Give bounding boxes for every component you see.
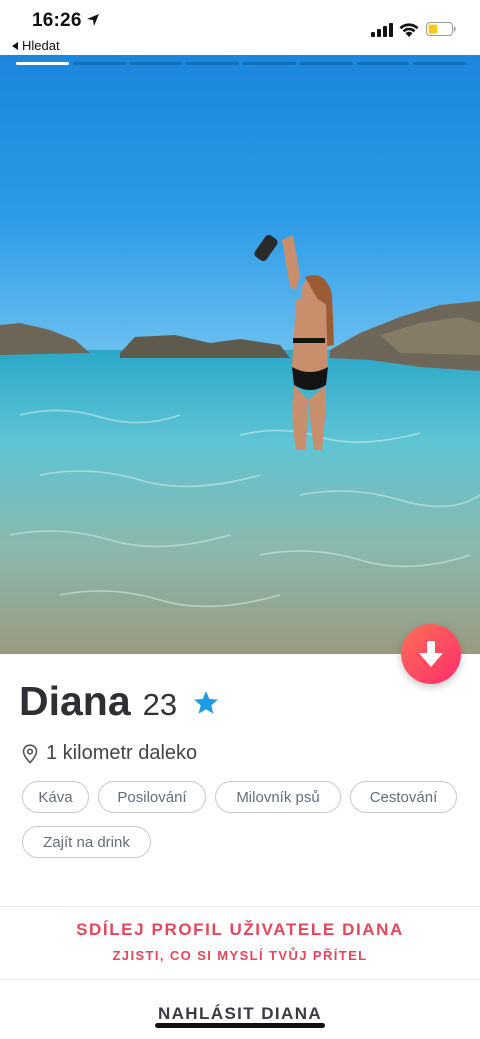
profile-age: 23 [142, 687, 178, 722]
status-bar: 16:26 Hledat [0, 0, 480, 55]
share-profile-title: SDÍLEJ PROFIL UŽIVATELE DIANA [76, 920, 404, 939]
pager-segment[interactable] [299, 62, 353, 65]
pager-segment[interactable] [186, 62, 239, 65]
wifi-icon [399, 23, 419, 37]
distance-row: 1 kilometr daleko [22, 742, 197, 765]
status-time: 16:26 [32, 10, 82, 31]
collapse-profile-button[interactable] [401, 624, 461, 684]
share-profile-subtitle: ZJISTI, CO SI MYSLÍ TVŮJ PŘÍTEL [112, 948, 368, 963]
back-arrow-icon [12, 41, 18, 50]
interest-chip[interactable]: Posilování [98, 781, 206, 813]
beach-photo-image [0, 55, 480, 654]
interest-chip[interactable]: Milovník psů [215, 781, 341, 813]
divider [0, 906, 480, 907]
signal-icon [371, 23, 393, 37]
profile-name: Diana [19, 678, 131, 724]
pager-segment[interactable] [72, 62, 126, 65]
pager-segment[interactable] [243, 62, 296, 65]
battery-icon [426, 22, 456, 36]
arrow-down-icon [419, 641, 443, 667]
home-indicator [155, 1023, 325, 1028]
distance-label: 1 kilometr daleko [46, 742, 198, 764]
location-pin-icon [22, 743, 38, 764]
photo-pager [16, 62, 466, 66]
report-button[interactable]: NAHLÁSIT DIANA [0, 1004, 480, 1024]
verified-star-icon [194, 691, 218, 714]
share-profile-button[interactable]: SDÍLEJ PROFIL UŽIVATELE DIANA ZJISTI, CO… [0, 920, 480, 963]
pager-segment[interactable] [356, 62, 410, 65]
name-row: Diana 23 [19, 678, 177, 726]
back-link-label: Hledat [22, 38, 60, 53]
pager-segment[interactable] [413, 62, 466, 65]
interest-chip[interactable]: Zajít na drink [22, 826, 151, 858]
pager-segment[interactable] [129, 62, 183, 65]
pager-segment[interactable] [16, 62, 69, 65]
divider [0, 979, 480, 980]
location-arrow-icon [87, 14, 99, 26]
back-link[interactable]: Hledat [12, 38, 60, 53]
profile-photo[interactable] [0, 55, 480, 654]
interest-chip[interactable]: Káva [22, 781, 89, 813]
interest-chip[interactable]: Cestování [350, 781, 457, 813]
